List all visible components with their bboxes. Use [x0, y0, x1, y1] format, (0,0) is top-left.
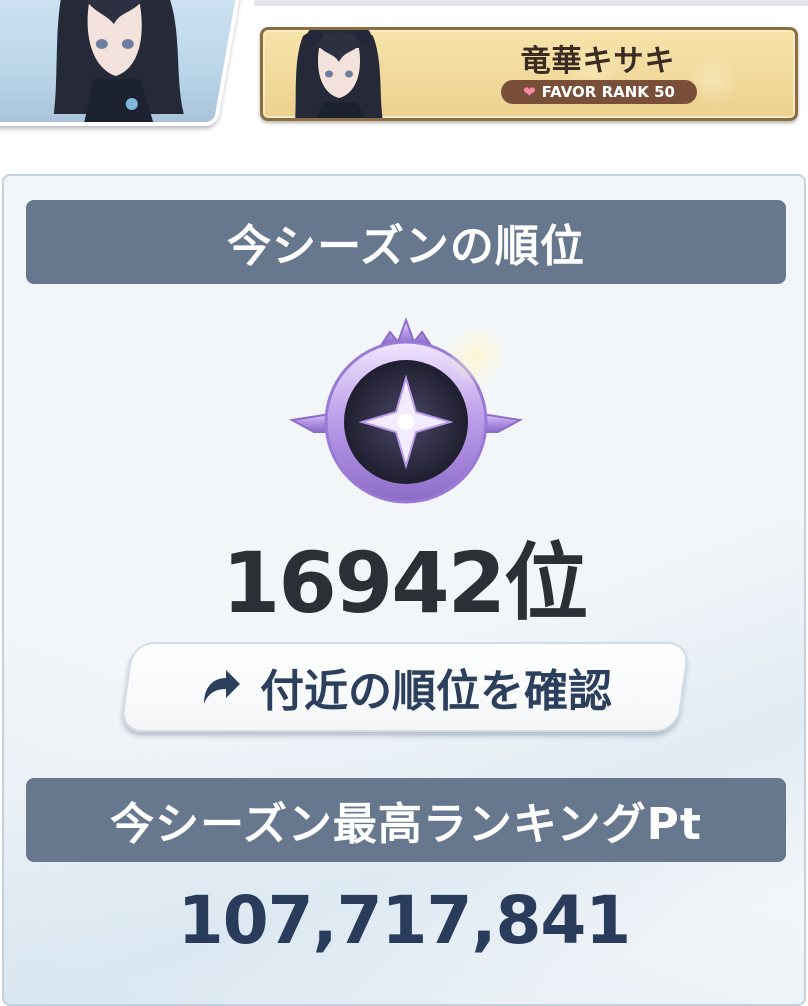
favor-rank-label: FAVOR RANK 50 — [541, 83, 675, 101]
character-name: 竜華キサキ — [520, 44, 676, 79]
character-chibi-portrait — [295, 30, 383, 118]
check-nearby-rank-label: 付近の順位を確認 — [260, 666, 612, 717]
rank-emblem-icon — [288, 317, 524, 504]
favor-rank-banner[interactable]: 竜華キサキ ❤ FAVOR RANK 50 — [260, 27, 798, 121]
check-nearby-rank-button[interactable]: 付近の順位を確認 — [119, 642, 691, 732]
top-strip — [254, 0, 808, 6]
favor-rank-badge: ❤ FAVOR RANK 50 — [501, 80, 697, 104]
season-best-points-value: 107,717,841 — [177, 882, 631, 959]
ranking-panel: 今シーズンの順位 16942位 付近の順位を確認 今シーズン最高ランキングPt … — [2, 174, 806, 1006]
season-best-points-header: 今シーズン最高ランキングPt — [26, 778, 786, 862]
heart-icon: ❤ — [523, 82, 536, 101]
season-rank-value: 16942位 — [221, 534, 588, 632]
character-portrait — [53, 0, 184, 124]
character-portrait-card[interactable] — [0, 0, 243, 126]
share-arrow-icon — [204, 670, 240, 704]
season-rank-header: 今シーズンの順位 — [26, 200, 786, 284]
